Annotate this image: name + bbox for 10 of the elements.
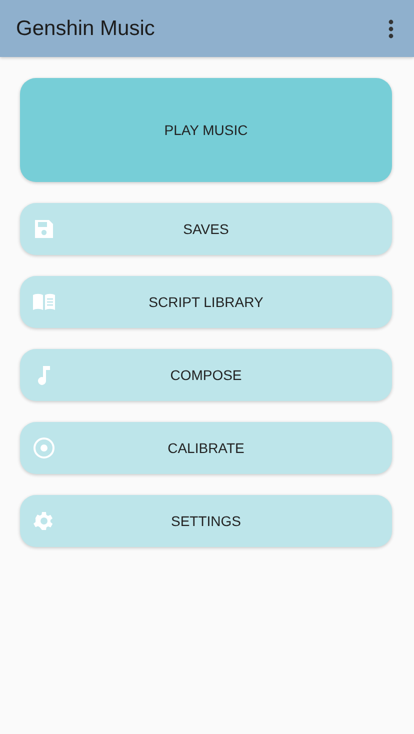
menu-button[interactable]: SCRIPT LIBRARY: [20, 276, 392, 328]
menu-button[interactable]: CALIBRATE: [20, 422, 392, 474]
play-music-button[interactable]: PLAY MUSIC: [20, 78, 392, 182]
more-options-icon[interactable]: [388, 18, 394, 38]
menu-button[interactable]: SETTINGS: [20, 495, 392, 547]
menu-button[interactable]: COMPOSE: [20, 349, 392, 401]
target-icon: [32, 436, 56, 460]
save-icon: [32, 217, 56, 241]
menu-button[interactable]: SAVES: [20, 203, 392, 255]
app-title: Genshin Music: [16, 16, 155, 40]
